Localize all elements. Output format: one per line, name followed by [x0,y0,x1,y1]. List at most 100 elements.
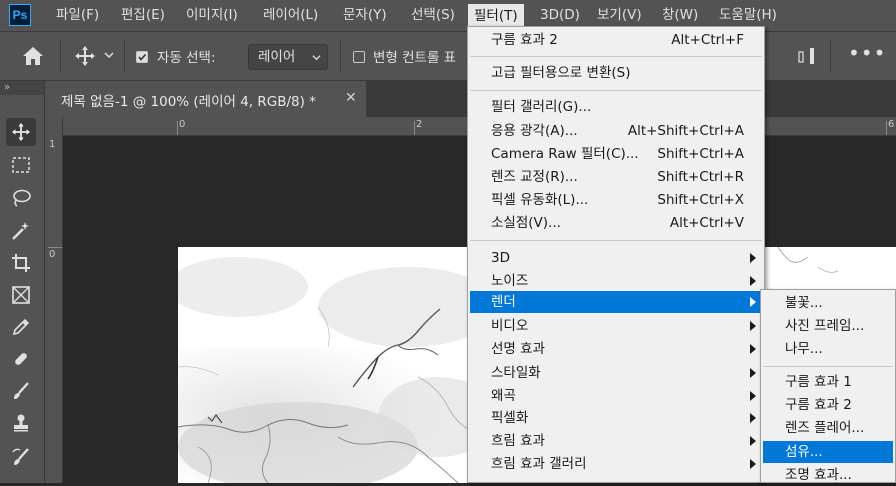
eyedropper-icon [12,318,30,336]
ruler-label: 0 [179,119,186,130]
menu-separator [763,366,893,367]
ruler-label: 0 [49,249,56,260]
menu-item-label: 흐림 효과 [491,433,545,449]
menu-item-distort[interactable]: 왜곡 [470,385,762,407]
tools-panel: » [0,81,45,483]
submenu-arrow-icon [750,344,756,354]
ruler-label: 2 [416,119,423,130]
submenu-item-label: 구름 효과 1 [785,374,852,390]
submenu-item-label: 나무... [785,341,823,357]
submenu-item-picture-frame[interactable]: 사진 프레임... [763,315,893,337]
menu-separator [470,240,762,241]
transform-controls-label: 변형 컨트롤 표 [373,50,457,66]
auto-select-dropdown[interactable]: 레이어 [248,44,328,70]
clone-stamp-tool[interactable] [6,409,36,437]
menu-item-label: 고급 필터용으로 변환(S) [491,65,631,81]
menu-item-adaptive-wide-angle[interactable]: 응용 광각(A)... Alt+Shift+Ctrl+A [470,120,762,142]
menu-layer[interactable]: 레이어(L) [257,0,324,31]
menu-item-filter-gallery[interactable]: 필터 갤러리(G)... [470,96,762,118]
options-divider [830,40,831,72]
menu-type[interactable]: 문자(Y) [337,0,393,31]
eyedropper-tool[interactable] [6,313,36,341]
menu-image[interactable]: 이미지(I) [180,0,244,31]
menu-item-liquify[interactable]: 픽셀 유동화(L)... Shift+Ctrl+X [470,189,762,211]
submenu-item-lens-flare[interactable]: 렌즈 플레어... [763,417,893,439]
menu-item-shortcut: Alt+Shift+Ctrl+A [627,123,744,139]
menu-item-pixelate[interactable]: 픽셀화 [470,407,762,429]
menu-item-vanishing-point[interactable]: 소실점(V)... Alt+Ctrl+V [470,212,762,234]
submenu-arrow-icon [750,321,756,331]
brush-tool[interactable] [6,377,36,405]
lasso-tool[interactable] [6,184,36,212]
document-tab[interactable]: 제목 없음-1 @ 100% (레이어 4, RGB/8) * ✕ [45,81,366,117]
chevron-down-icon[interactable] [104,50,114,60]
menu-item-convert-smart-filters[interactable]: 고급 필터용으로 변환(S) [470,62,762,84]
menu-separator [470,90,762,91]
ruler-corner [45,117,62,135]
ruler-tick [177,121,178,135]
menu-item-lens-correction[interactable]: 렌즈 교정(R)... Shift+Ctrl+R [470,166,762,188]
submenu-arrow-icon [750,413,756,423]
panel-collapse-icon[interactable]: » [0,81,44,95]
menu-item-label: 픽셀화 [491,410,529,426]
menu-select[interactable]: 선택(S) [405,0,461,31]
menu-item-shortcut: Alt+Ctrl+V [669,215,744,231]
history-brush-tool[interactable] [6,443,36,471]
submenu-arrow-icon [750,436,756,446]
menu-item-label: 왜곡 [491,388,516,404]
filter-menu-dropdown: 구름 효과 2 Alt+Ctrl+F 고급 필터용으로 변환(S) 필터 갤러리… [467,26,765,483]
menu-item-render[interactable]: 렌더 [470,291,762,313]
submenu-item-fibers[interactable]: 섬유... [763,441,893,463]
submenu-arrow-icon [750,368,756,378]
menu-item-stylize[interactable]: 스타일화 [470,362,762,384]
menu-item-shortcut: Shift+Ctrl+R [657,169,744,185]
ruler-label: 1 [49,139,56,150]
document-tab-title: 제목 없음-1 @ 100% (레이어 4, RGB/8) * [61,94,316,110]
auto-select-checkbox[interactable] [136,51,148,63]
photoshop-logo-icon[interactable]: Ps [9,4,31,26]
submenu-arrow-icon [750,297,756,307]
menu-item-clouds-2[interactable]: 구름 효과 2 Alt+Ctrl+F [470,29,762,51]
crop-tool[interactable] [6,249,36,277]
submenu-item-clouds-2[interactable]: 구름 효과 2 [763,394,893,416]
submenu-item-flame[interactable]: 불꽃... [763,292,893,314]
magic-wand-tool[interactable] [6,217,36,245]
ruler-tick [886,121,887,135]
menu-item-shortcut: Shift+Ctrl+X [657,192,744,208]
menu-item-blur[interactable]: 흐림 효과 [470,430,762,452]
menu-item-label: 소실점(V)... [491,215,561,231]
menu-item-camera-raw[interactable]: Camera Raw 필터(C)... Shift+Ctrl+A [470,143,762,165]
frame-tool[interactable] [6,281,36,309]
home-icon[interactable] [22,46,44,66]
menu-item-label: 3D [491,250,510,266]
submenu-item-tree[interactable]: 나무... [763,338,893,360]
submenu-arrow-icon [750,391,756,401]
submenu-item-clouds-1[interactable]: 구름 효과 1 [763,371,893,393]
more-options-icon[interactable]: ••• [848,43,885,66]
menu-item-label: 렌즈 교정(R)... [491,169,578,185]
stamp-icon [14,414,28,432]
menu-item-noise[interactable]: 노이즈 [470,270,762,292]
move-tool-icon[interactable] [74,45,96,67]
menu-item-label: 선명 효과 [491,341,545,357]
brush-icon [14,382,29,399]
menu-item-blur-gallery[interactable]: 흐림 효과 갤러리 [470,453,762,475]
healing-brush-tool[interactable] [6,345,36,373]
menu-separator [470,56,762,57]
magic-wand-icon [12,222,29,240]
move-tool[interactable] [6,118,36,146]
menu-item-sharpen[interactable]: 선명 효과 [470,338,762,360]
menu-item-3d[interactable]: 3D [470,247,762,269]
marquee-tool[interactable] [6,151,36,179]
ruler-tick [414,121,415,135]
vertical-ruler[interactable]: 1 0 [45,117,63,483]
transform-controls-checkbox[interactable] [353,51,365,63]
submenu-item-label: 섬유... [785,444,823,460]
align-icon[interactable] [798,46,816,66]
menu-file[interactable]: 파일(F) [50,0,105,31]
menu-item-video[interactable]: 비디오 [470,315,762,337]
menu-item-label: 노이즈 [491,273,529,289]
menu-item-label: 응용 광각(A)... [491,123,578,139]
menu-edit[interactable]: 편집(E) [115,0,171,31]
close-icon[interactable]: ✕ [345,90,357,106]
